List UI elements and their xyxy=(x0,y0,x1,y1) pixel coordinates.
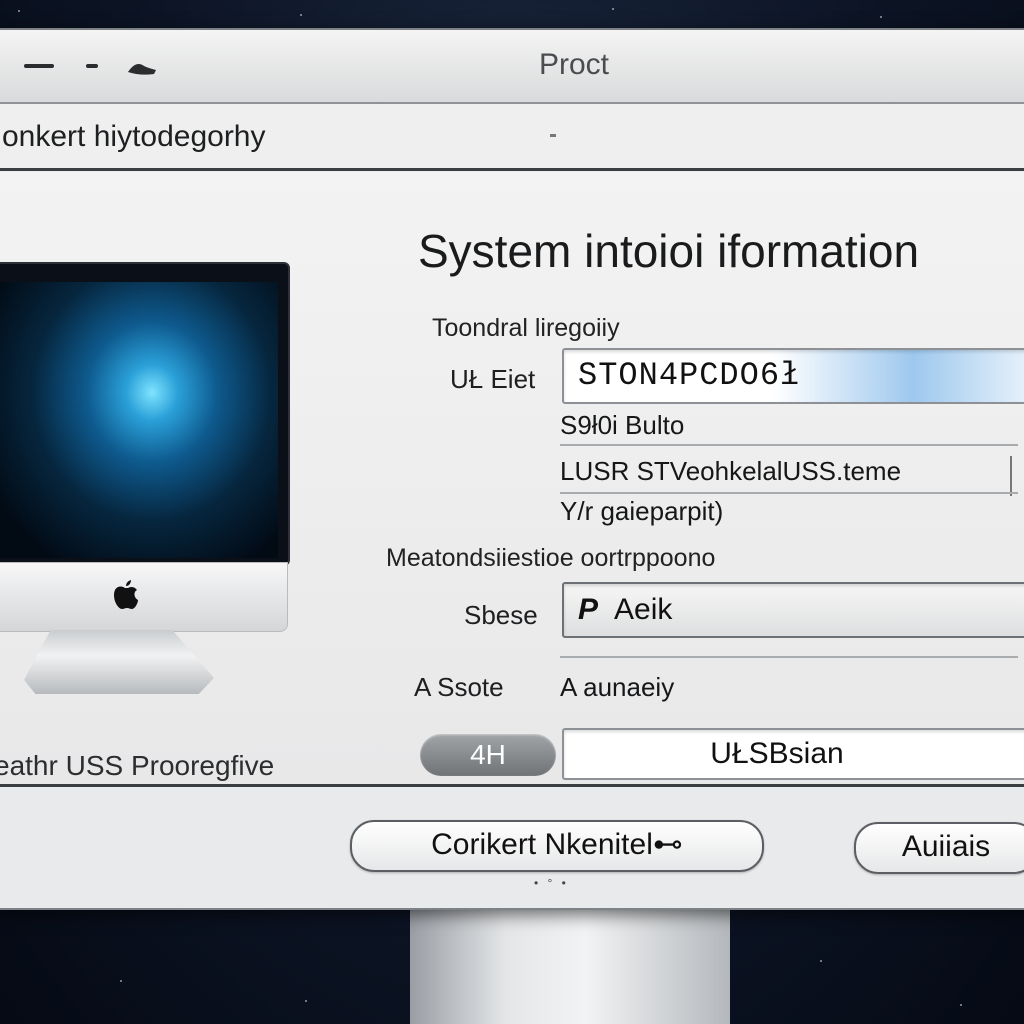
serial-field[interactable]: STON4PCDO6ł xyxy=(562,348,1024,404)
footer-dots: • ° • xyxy=(534,876,569,890)
star xyxy=(960,1004,962,1006)
imac-chin xyxy=(0,562,288,632)
info-line-3: Y/r gaieparpit) xyxy=(560,496,724,526)
status-field[interactable]: P Aeik xyxy=(562,582,1024,638)
info-line-2: LUSR STVeohkelalUSS.teme xyxy=(560,456,902,486)
divider xyxy=(1010,456,1012,496)
section-subheading: Toondral liregoiiy xyxy=(432,314,620,342)
assurance-value: A aunaeiy xyxy=(560,672,675,702)
primary-action-button[interactable]: Corikert Nkenitel⊷ xyxy=(350,820,764,872)
status-label: Sbese xyxy=(464,600,538,630)
path-bar: onkert hiytodegorhy xyxy=(0,104,1024,171)
page-title: System intoioi iformation xyxy=(418,225,920,277)
star xyxy=(820,960,822,962)
assurance-label: A Ssote xyxy=(414,672,504,702)
imac-wallpaper xyxy=(0,282,278,558)
star xyxy=(300,14,302,16)
star xyxy=(880,16,882,18)
status-value: Aeik xyxy=(614,593,673,626)
monitor-stand xyxy=(410,905,730,1024)
imac-foot xyxy=(24,630,214,694)
system-information-window: Proct onkert hiytodegorhy eathr USS Proo… xyxy=(0,28,1024,910)
path-separator-icon xyxy=(550,134,556,137)
star xyxy=(305,1000,307,1002)
star xyxy=(18,10,20,12)
info-line-1: S9ł0i Bulto xyxy=(560,410,685,440)
divider xyxy=(560,492,1018,494)
title-bar[interactable]: Proct xyxy=(0,30,1024,104)
status-heading: Meatondsiiestioe oortrppoono xyxy=(386,544,716,572)
star xyxy=(612,8,614,10)
region-pill-button[interactable]: 4H xyxy=(420,734,556,776)
path-text: onkert hiytodegorhy xyxy=(2,120,266,153)
divider xyxy=(560,656,1018,658)
window-title: Proct xyxy=(538,48,610,81)
divider xyxy=(560,444,1018,446)
apple-logo-icon xyxy=(114,580,138,609)
status-icon: P xyxy=(578,593,599,626)
illustration-caption: eathr USS Prooregfive xyxy=(0,750,275,781)
region-field[interactable]: UŁSBsian xyxy=(562,728,1024,780)
serial-label: UŁ Eiet xyxy=(450,364,536,394)
content-area: eathr USS Prooregfive System intoioi ifo… xyxy=(0,172,1024,787)
secondary-action-button[interactable]: Auiiais xyxy=(854,822,1024,874)
star xyxy=(120,980,122,982)
imac-screen-image xyxy=(0,262,290,566)
